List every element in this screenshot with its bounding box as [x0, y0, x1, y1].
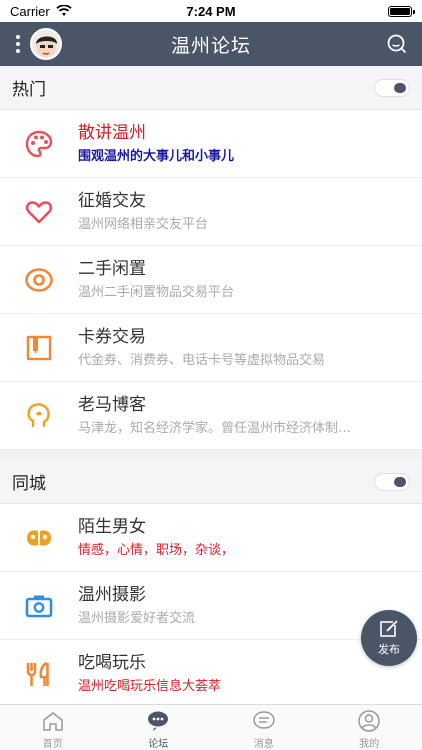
palette-icon — [0, 110, 78, 178]
card-icon — [0, 314, 78, 382]
forum-list[interactable]: 热门 散讲温州 围观温州的大事儿和小事儿 征婚交友 温州网络相亲交友平台 二手闲… — [0, 66, 422, 704]
camera-icon — [0, 572, 78, 640]
list-item[interactable]: 卡券交易 代金券、消费券、电话卡号等虚拟物品交易 — [0, 314, 422, 382]
tab-messages[interactable]: 消息 — [211, 705, 317, 750]
section-divider — [0, 450, 422, 460]
forum-subtitle: 情感，心情，职场，杂谈， — [78, 542, 235, 558]
forum-title: 散讲温州 — [78, 122, 146, 143]
forum-title: 陌生男女 — [78, 516, 146, 537]
forum-icon — [148, 711, 169, 731]
status-time: 7:24 PM — [186, 3, 236, 19]
home-icon — [43, 712, 63, 731]
section-header-city: 同城 — [0, 460, 422, 504]
fork-icon — [0, 640, 78, 705]
list-item[interactable]: 征婚交友 温州网络相亲交友平台 — [0, 178, 422, 246]
list-item[interactable]: 吃喝玩乐 温州吃喝玩乐信息大荟萃 — [0, 640, 422, 704]
forum-subtitle: 温州摄影爱好者交流 — [78, 610, 196, 626]
list-item[interactable]: 散讲温州 围观温州的大事儿和小事儿 — [0, 110, 422, 178]
section-toggle[interactable] — [374, 472, 410, 491]
search-icon[interactable] — [386, 33, 408, 55]
tab-label: 首页 — [42, 739, 63, 750]
page-title: 温州论坛 — [170, 34, 251, 57]
forum-title: 温州摄影 — [78, 584, 146, 605]
tab-label: 消息 — [253, 739, 274, 750]
list-item[interactable]: 老马博客 马津龙，知名经济学家。曾任温州市经济体制… — [0, 382, 422, 450]
tab-me[interactable]: 我的 — [317, 705, 422, 750]
forum-subtitle: 温州吃喝玩乐信息大荟萃 — [78, 678, 222, 694]
battery-icon — [388, 5, 415, 17]
couple-icon — [0, 504, 78, 572]
forum-title: 二手闲置 — [78, 258, 146, 279]
nav-bar: 温州论坛 — [0, 22, 422, 66]
forum-subtitle: 温州网络相亲交友平台 — [78, 216, 209, 232]
forum-title: 吃喝玩乐 — [78, 652, 146, 673]
section-title: 热门 — [12, 80, 46, 100]
post-button-label: 发布 — [378, 643, 400, 656]
forum-subtitle: 围观温州的大事儿和小事儿 — [78, 148, 235, 164]
forum-subtitle: 代金券、消费券、电话卡号等虚拟物品交易 — [78, 352, 326, 368]
post-button[interactable]: 发布 — [361, 610, 417, 666]
forum-title: 卡券交易 — [78, 326, 146, 347]
tab-label: 我的 — [359, 739, 380, 750]
forum-subtitle: 马津龙，知名经济学家。曾任温州市经济体制… — [78, 420, 352, 436]
heart-icon — [0, 178, 78, 246]
head-icon — [0, 382, 78, 450]
edit-icon — [380, 620, 398, 637]
message-icon — [253, 711, 275, 729]
section-toggle[interactable] — [374, 78, 410, 97]
section-title: 同城 — [12, 474, 46, 494]
forum-title: 征婚交友 — [78, 190, 146, 211]
tab-label: 论坛 — [148, 739, 169, 750]
user-icon — [358, 710, 380, 732]
target-icon — [0, 246, 78, 314]
tab-forum[interactable]: 论坛 — [106, 705, 212, 750]
section-header-hot: 热门 — [0, 66, 422, 110]
list-item[interactable]: 温州摄影 温州摄影爱好者交流 — [0, 572, 422, 640]
tab-home[interactable]: 首页 — [0, 705, 106, 750]
list-item[interactable]: 陌生男女 情感，心情，职场，杂谈， — [0, 504, 422, 572]
tab-bar: 首页 论坛 消息 我的 — [0, 704, 422, 750]
forum-title: 老马博客 — [78, 394, 146, 415]
status-bar: Carrier 7:24 PM — [0, 0, 422, 22]
list-item[interactable]: 二手闲置 温州二手闲置物品交易平台 — [0, 246, 422, 314]
forum-subtitle: 温州二手闲置物品交易平台 — [78, 284, 235, 300]
